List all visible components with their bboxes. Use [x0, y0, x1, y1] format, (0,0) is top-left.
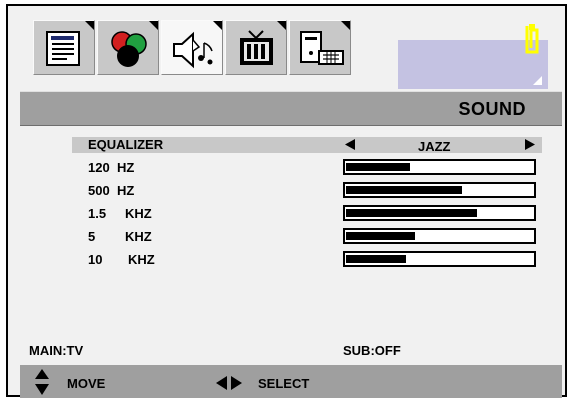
- band-level-bar[interactable]: [343, 159, 536, 175]
- band-level-fill: [346, 209, 477, 217]
- band-level-bar[interactable]: [343, 228, 536, 244]
- tv-icon: [240, 30, 273, 65]
- triangle-left-icon[interactable]: [343, 138, 357, 152]
- color-balls-icon: [111, 31, 147, 67]
- band-level-fill: [346, 186, 462, 194]
- main-source-status: MAIN:TV: [29, 343, 84, 358]
- tab-tv[interactable]: [225, 20, 287, 75]
- band-level-bar[interactable]: [343, 205, 536, 221]
- band-unit: KHZ: [125, 206, 152, 221]
- select-hint-label: SELECT: [258, 376, 310, 391]
- band-frequency: 5: [88, 229, 96, 244]
- triangle-right-icon[interactable]: [523, 138, 537, 152]
- tab-corner-notch: [85, 21, 94, 30]
- speaker-music-icon: [173, 31, 213, 69]
- tab-pc[interactable]: [289, 20, 351, 75]
- equalizer-label: EQUALIZER: [88, 137, 164, 152]
- band-level-bar[interactable]: [343, 251, 536, 267]
- band-level-fill: [346, 255, 406, 263]
- left-right-arrows-icon: [216, 376, 242, 390]
- band-unit: HZ: [117, 160, 135, 175]
- equalizer-value: JAZZ: [418, 139, 451, 154]
- band-frequency: 500: [88, 183, 110, 198]
- band-unit: KHZ: [125, 229, 152, 244]
- tab-picture[interactable]: [33, 20, 95, 75]
- page-title: SOUND: [458, 99, 526, 119]
- band-level-fill: [346, 232, 415, 240]
- band-level-bar[interactable]: [343, 182, 536, 198]
- document-list-icon: [46, 31, 80, 66]
- title-bar: SOUND: [20, 91, 562, 126]
- band-frequency: 1.5: [88, 206, 107, 221]
- sub-source-status: SUB:OFF: [343, 343, 401, 358]
- pc-keyboard-icon: [300, 31, 344, 65]
- band-unit: HZ: [117, 183, 135, 198]
- tab-sound[interactable]: [161, 20, 223, 75]
- move-hint-label: MOVE: [67, 376, 106, 391]
- band-unit: KHZ: [128, 252, 155, 267]
- band-frequency: 10: [88, 252, 103, 267]
- panel-fold-corner: [533, 76, 542, 85]
- up-down-arrows-icon: [35, 369, 49, 395]
- band-level-fill: [346, 163, 410, 171]
- paper-clip-icon: [525, 24, 539, 54]
- band-frequency: 120: [88, 160, 110, 175]
- tab-color[interactable]: [97, 20, 159, 75]
